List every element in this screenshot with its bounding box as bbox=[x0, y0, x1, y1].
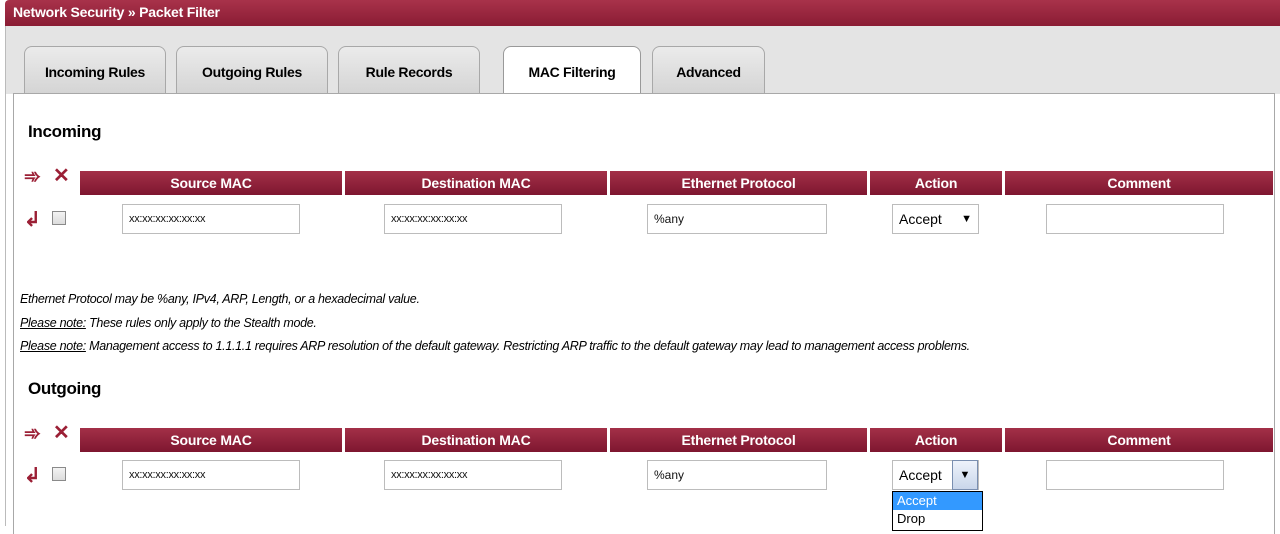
col-destination-mac: Destination MAC bbox=[345, 171, 607, 195]
action-dropdown-list: Accept Drop bbox=[892, 491, 983, 531]
add-rule-icon[interactable]: ➾ bbox=[24, 424, 41, 444]
action-select[interactable]: Accept ▼ bbox=[892, 460, 979, 490]
outgoing-section-title: Outgoing bbox=[28, 379, 102, 398]
col-comment: Comment bbox=[1005, 171, 1273, 195]
chevron-down-icon: ▼ bbox=[961, 213, 972, 225]
col-comment: Comment bbox=[1005, 428, 1273, 452]
rule-select-checkbox[interactable] bbox=[52, 467, 66, 481]
tab-bar: Incoming Rules Outgoing Rules Rule Recor… bbox=[5, 26, 1280, 96]
action-select-value: Accept bbox=[899, 211, 942, 227]
delete-rules-icon[interactable]: ✕ bbox=[53, 423, 70, 443]
action-select-value: Accept bbox=[899, 467, 942, 483]
tab-rule-records[interactable]: Rule Records bbox=[338, 46, 480, 94]
col-destination-mac: Destination MAC bbox=[345, 428, 607, 452]
col-action: Action bbox=[870, 428, 1002, 452]
incoming-section-title: Incoming bbox=[28, 122, 102, 141]
stealth-note-text: These rules only apply to the Stealth mo… bbox=[85, 316, 317, 330]
please-note-label: Please note: bbox=[20, 316, 86, 330]
arp-note-text: Management access to 1.1.1.1 requires AR… bbox=[85, 339, 970, 353]
add-rule-icon[interactable]: ➾ bbox=[24, 167, 41, 187]
col-source-mac: Source MAC bbox=[80, 171, 342, 195]
protocol-hint: Ethernet Protocol may be %any, IPv4, ARP… bbox=[20, 292, 420, 306]
tab-advanced[interactable]: Advanced bbox=[652, 46, 765, 94]
source-mac-input[interactable]: xx:xx:xx:xx:xx:xx bbox=[122, 460, 300, 490]
col-source-mac: Source MAC bbox=[80, 428, 342, 452]
destination-mac-input[interactable]: xx:xx:xx:xx:xx:xx bbox=[384, 204, 562, 234]
tab-outgoing-rules[interactable]: Outgoing Rules bbox=[176, 46, 328, 94]
tab-mac-filtering[interactable]: MAC Filtering bbox=[503, 46, 641, 96]
col-ethernet-protocol: Ethernet Protocol bbox=[610, 171, 867, 195]
col-action: Action bbox=[870, 171, 1002, 195]
insert-rule-icon[interactable]: ↲ bbox=[24, 466, 41, 486]
comment-input[interactable] bbox=[1046, 204, 1224, 234]
action-option-accept[interactable]: Accept bbox=[893, 492, 982, 510]
insert-rule-icon[interactable]: ↲ bbox=[24, 210, 41, 230]
please-note-label: Please note: bbox=[20, 339, 86, 353]
action-option-drop[interactable]: Drop bbox=[893, 510, 982, 528]
stealth-note: Please note: These rules only apply to t… bbox=[20, 316, 317, 330]
tab-incoming-rules[interactable]: Incoming Rules bbox=[24, 46, 166, 94]
delete-rules-icon[interactable]: ✕ bbox=[53, 166, 70, 186]
action-select[interactable]: Accept ▼ bbox=[892, 204, 979, 234]
col-ethernet-protocol: Ethernet Protocol bbox=[610, 428, 867, 452]
arp-note: Please note: Management access to 1.1.1.… bbox=[20, 339, 970, 353]
destination-mac-input[interactable]: xx:xx:xx:xx:xx:xx bbox=[384, 460, 562, 490]
source-mac-input[interactable]: xx:xx:xx:xx:xx:xx bbox=[122, 204, 300, 234]
chevron-down-icon[interactable]: ▼ bbox=[952, 460, 978, 490]
ethernet-protocol-input[interactable]: %any bbox=[647, 204, 827, 234]
ethernet-protocol-input[interactable]: %any bbox=[647, 460, 827, 490]
page-title: Network Security » Packet Filter bbox=[5, 0, 1280, 26]
comment-input[interactable] bbox=[1046, 460, 1224, 490]
rule-select-checkbox[interactable] bbox=[52, 211, 66, 225]
